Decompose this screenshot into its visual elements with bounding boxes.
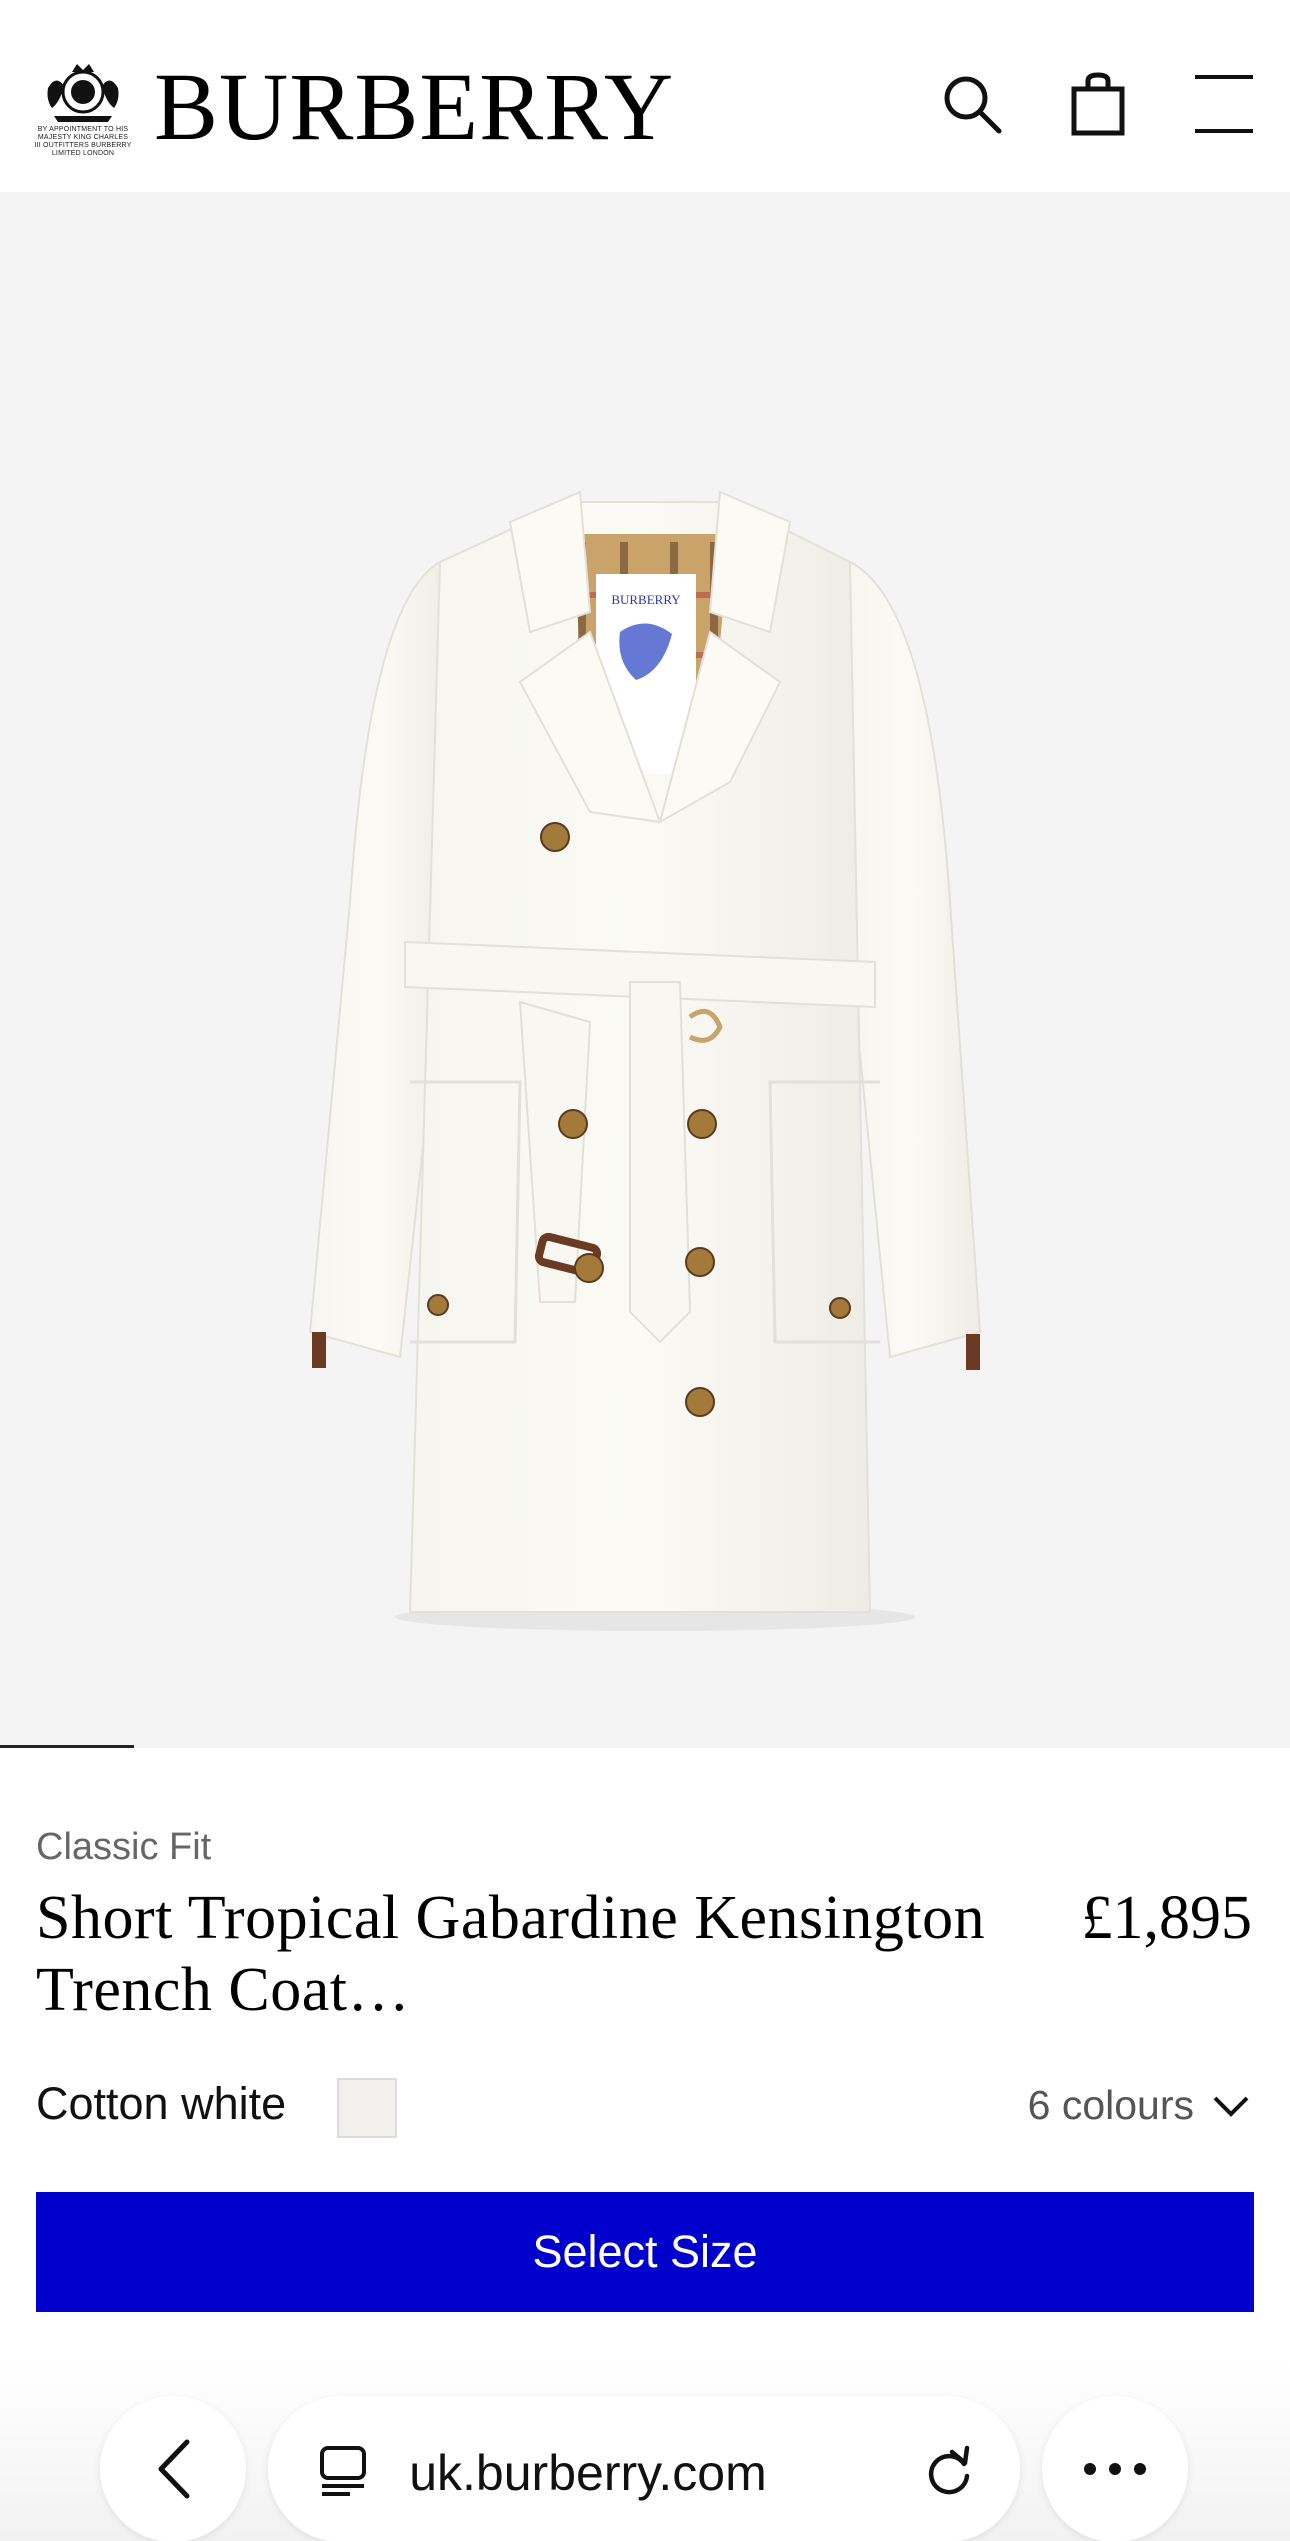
menu-icon bbox=[1195, 75, 1253, 133]
bag-button[interactable] bbox=[1058, 64, 1138, 144]
gallery-progress bbox=[0, 1745, 1290, 1748]
colour-swatch[interactable] bbox=[337, 2078, 397, 2138]
search-button[interactable] bbox=[932, 64, 1012, 144]
colour-selector[interactable]: 6 colours bbox=[1028, 2082, 1250, 2129]
product-price: £1,895 bbox=[1081, 1884, 1253, 1952]
trench-coat-image: BURBERRY bbox=[308, 490, 982, 1631]
back-icon bbox=[158, 2439, 190, 2499]
address-bar[interactable]: uk.burberry.com bbox=[268, 2396, 1020, 2541]
product-image-gallery[interactable]: BURBERRY bbox=[0, 192, 1290, 1748]
search-icon bbox=[944, 76, 1002, 134]
brand-logo[interactable]: BURBERRY bbox=[154, 52, 674, 162]
more-icon bbox=[1084, 2463, 1146, 2475]
product-title[interactable]: Short Tropical Gabardine Kensington Tren… bbox=[36, 1882, 1056, 2026]
royal-warrant: BY APPOINTMENT TO HIS MAJESTY KING CHARL… bbox=[34, 58, 132, 160]
selected-colour-name: Cotton white bbox=[36, 2078, 287, 2129]
shopping-bag-icon bbox=[1071, 72, 1125, 136]
more-options-button[interactable] bbox=[1042, 2396, 1188, 2541]
coat-label-text: BURBERRY bbox=[611, 592, 681, 607]
back-button[interactable] bbox=[100, 2396, 246, 2541]
reload-icon[interactable] bbox=[922, 2444, 976, 2498]
tabs-icon bbox=[320, 2446, 366, 2496]
url-text[interactable]: uk.burberry.com bbox=[378, 2444, 798, 2502]
browser-toolbar: uk.burberry.com bbox=[0, 2360, 1290, 2541]
royal-warrant-text: BY APPOINTMENT TO HIS MAJESTY KING CHARL… bbox=[34, 126, 132, 157]
royal-crest-icon bbox=[47, 64, 119, 122]
site-header: BY APPOINTMENT TO HIS MAJESTY KING CHARL… bbox=[0, 0, 1290, 192]
chevron-down-icon bbox=[1213, 2096, 1249, 2117]
gallery-progress-fill bbox=[0, 1745, 135, 1748]
colour-count-label: 6 colours bbox=[1027, 2082, 1194, 2128]
select-size-button[interactable]: Select Size bbox=[36, 2192, 1254, 2312]
menu-button[interactable] bbox=[1184, 64, 1264, 144]
product-fit: Classic Fit bbox=[36, 1826, 212, 1868]
